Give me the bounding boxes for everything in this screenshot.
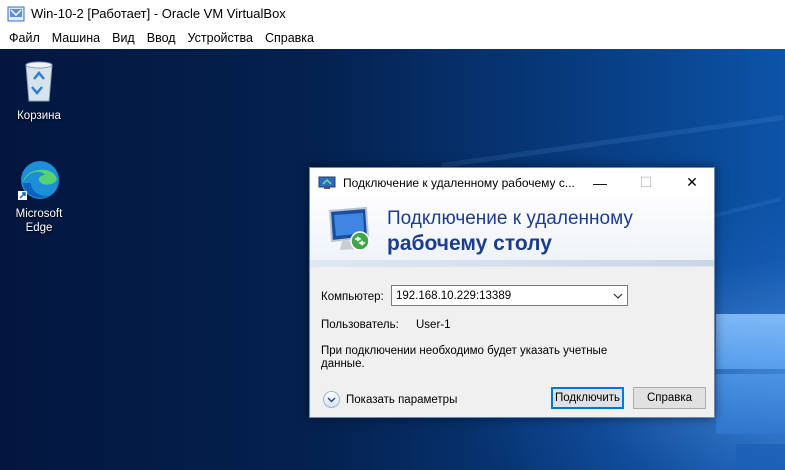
connect-button[interactable]: Подключить xyxy=(551,387,624,409)
menu-machine[interactable]: Машина xyxy=(46,31,106,45)
menu-bar: Файл Машина Вид Ввод Устройства Справка xyxy=(0,27,785,49)
help-button[interactable]: Справка xyxy=(633,387,706,409)
rdp-dialog: Подключение к удаленному рабочему с... —… xyxy=(309,167,715,418)
menu-input[interactable]: Ввод xyxy=(141,31,182,45)
menu-file[interactable]: Файл xyxy=(3,31,46,45)
window-title: Win-10-2 [Работает] - Oracle VM VirtualB… xyxy=(31,6,286,21)
computer-combobox[interactable]: 192.168.10.229:13389 xyxy=(391,285,628,306)
expand-chevron-icon[interactable] xyxy=(323,391,340,408)
menu-help[interactable]: Справка xyxy=(259,31,320,45)
minimize-button[interactable]: — xyxy=(577,168,623,197)
rdp-heading-line2: рабочему столу xyxy=(387,232,552,255)
close-button[interactable]: ✕ xyxy=(669,168,715,197)
computer-label: Компьютер: xyxy=(321,291,384,303)
rdp-title: Подключение к удаленному рабочему с... xyxy=(343,175,575,190)
rdp-app-icon xyxy=(318,176,336,190)
remote-desktop-icon xyxy=(326,205,376,255)
desktop-icon-label: Корзина xyxy=(17,110,61,122)
wallpaper-window-pane xyxy=(716,314,785,369)
rdp-body: Компьютер: 192.168.10.229:13389 Пользова… xyxy=(310,267,714,417)
wallpaper-window-pane xyxy=(736,444,785,470)
computer-input[interactable]: 192.168.10.229:13389 xyxy=(392,290,609,302)
menu-devices[interactable]: Устройства xyxy=(182,31,259,45)
show-options-label[interactable]: Показать параметры xyxy=(346,394,457,406)
edge-icon xyxy=(15,155,63,203)
rdp-banner: Подключение к удаленному рабочему столу xyxy=(310,197,714,267)
virtualbox-icon xyxy=(7,5,25,23)
rdp-heading-line1: Подключение к удаленному xyxy=(387,208,633,229)
rdp-titlebar[interactable]: Подключение к удаленному рабочему с... —… xyxy=(310,168,714,197)
wallpaper-window-pane xyxy=(716,374,785,434)
wallpaper-beam xyxy=(441,115,784,168)
desktop-icon-recycle-bin[interactable]: Корзина xyxy=(1,57,77,123)
recycle-bin-icon xyxy=(15,57,63,105)
user-value: User-1 xyxy=(416,319,451,331)
maximize-button: ☐ xyxy=(639,174,653,190)
desktop-icon-edge[interactable]: Microsoft Edge xyxy=(1,155,77,235)
user-label: Пользователь: xyxy=(321,319,399,331)
menu-view[interactable]: Вид xyxy=(106,31,141,45)
credentials-info-text: При подключении необходимо будет указать… xyxy=(321,345,608,370)
chevron-down-icon[interactable] xyxy=(609,286,627,305)
guest-desktop[interactable]: Корзина Microsoft Edge Подключение к уда… xyxy=(0,49,785,470)
vbox-titlebar: Win-10-2 [Работает] - Oracle VM VirtualB… xyxy=(0,0,785,27)
desktop-icon-label: Microsoft Edge xyxy=(15,208,63,234)
show-options-toggle[interactable]: Показать параметры xyxy=(323,391,457,408)
